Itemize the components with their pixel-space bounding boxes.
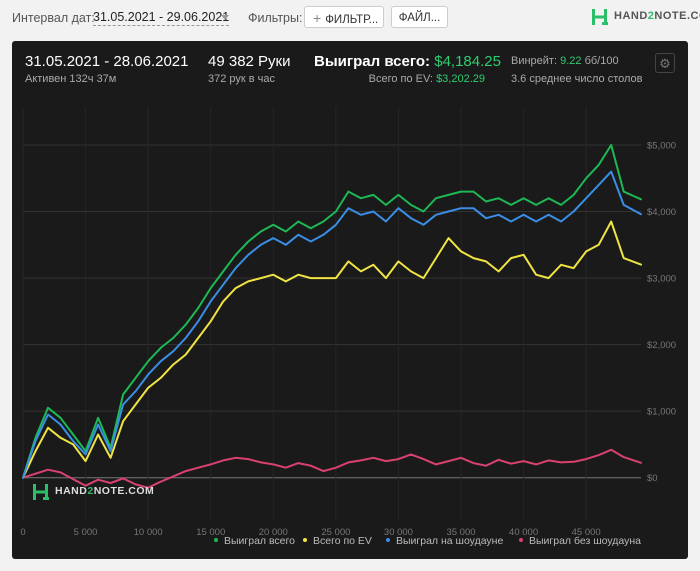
- watermark-text: HAND2NOTE.COM: [55, 485, 155, 497]
- legend-item-non-showdown[interactable]: Выиграл без шоудауна: [519, 535, 641, 547]
- hands-count: 49 382 Руки: [208, 53, 291, 70]
- plus-icon: +: [313, 10, 322, 26]
- date-range-selector[interactable]: 31.05.2021 - 29.06.2021: [93, 10, 230, 26]
- date-interval-label: Интервал дат:: [12, 11, 95, 25]
- y-tick-label: $5,000: [647, 140, 676, 151]
- winrate-unit: бб/100: [584, 55, 619, 67]
- file-button-label: ФАЙЛ...: [398, 12, 441, 24]
- winrate-label: Винрейт:: [511, 55, 558, 67]
- legend-item-showdown[interactable]: Выиграл на шоудауне: [386, 535, 503, 547]
- y-tick-label: $4,000: [647, 207, 676, 218]
- won-total-label: Выиграл всего:: [314, 53, 431, 70]
- legend-item-ev[interactable]: Всего по EV: [303, 535, 372, 547]
- won-total-value: $4,184.25: [434, 53, 501, 70]
- winrate-value: 9.22: [560, 55, 582, 67]
- legend-dot-icon: [386, 538, 390, 543]
- hand2note-logo[interactable]: HAND2NOTE.COM: [590, 7, 700, 27]
- x-tick-label: 5 000: [74, 527, 98, 538]
- gear-icon[interactable]: ⚙: [655, 53, 675, 73]
- legend-dot-icon: [214, 538, 218, 543]
- filters-label: Фильтры:: [248, 11, 303, 25]
- active-time: Активен 132ч 37м: [25, 73, 117, 85]
- ev-total-value: $3,202.29: [436, 73, 485, 85]
- chart-watermark-logo: HAND2NOTE.COM: [31, 482, 155, 502]
- y-tick-label: $1,000: [647, 407, 676, 418]
- y-tick-label: $0: [647, 473, 658, 484]
- logo-icon: [33, 484, 49, 500]
- ev-total-label: Всего по EV:: [368, 73, 433, 85]
- top-toolbar: Интервал дат: 31.05.2021 - 29.06.2021 Фи…: [0, 0, 700, 36]
- hands-per-hour: 372 рук в час: [208, 73, 276, 85]
- x-tick-label: 0: [20, 527, 25, 538]
- legend-dot-icon: [303, 538, 307, 543]
- series-line: [22, 220, 642, 479]
- series-line: [22, 170, 642, 479]
- logo-text: HAND2NOTE.COM: [614, 10, 700, 22]
- logo-icon: [592, 9, 608, 25]
- winrate: Винрейт: 9.22 бб/100: [511, 55, 619, 67]
- avg-tables: 3.6 среднее число столов: [511, 73, 643, 85]
- period-value: 31.05.2021 - 28.06.2021: [25, 53, 189, 70]
- file-button[interactable]: ФАЙЛ...: [391, 6, 448, 28]
- y-tick-label: $2,000: [647, 340, 676, 351]
- y-tick-label: $3,000: [647, 274, 676, 285]
- filter-button[interactable]: + ФИЛЬТР...: [304, 6, 384, 28]
- won-total: Выиграл всего: $4,184.25: [314, 53, 501, 70]
- ev-total: Всего по EV: $3,202.29: [369, 73, 485, 85]
- legend-item-won-total[interactable]: Выиграл всего: [214, 535, 295, 547]
- filter-button-label: ФИЛЬТР...: [325, 14, 379, 26]
- x-tick-label: 10 000: [134, 527, 163, 538]
- stats-panel: $0 $1,000 $2,000 $3,000 $4,000 $5,000 0 5 000 10…: [12, 41, 688, 559]
- series-line: [22, 144, 642, 479]
- legend-dot-icon: [519, 538, 523, 543]
- chevron-down-icon[interactable]: [221, 15, 229, 20]
